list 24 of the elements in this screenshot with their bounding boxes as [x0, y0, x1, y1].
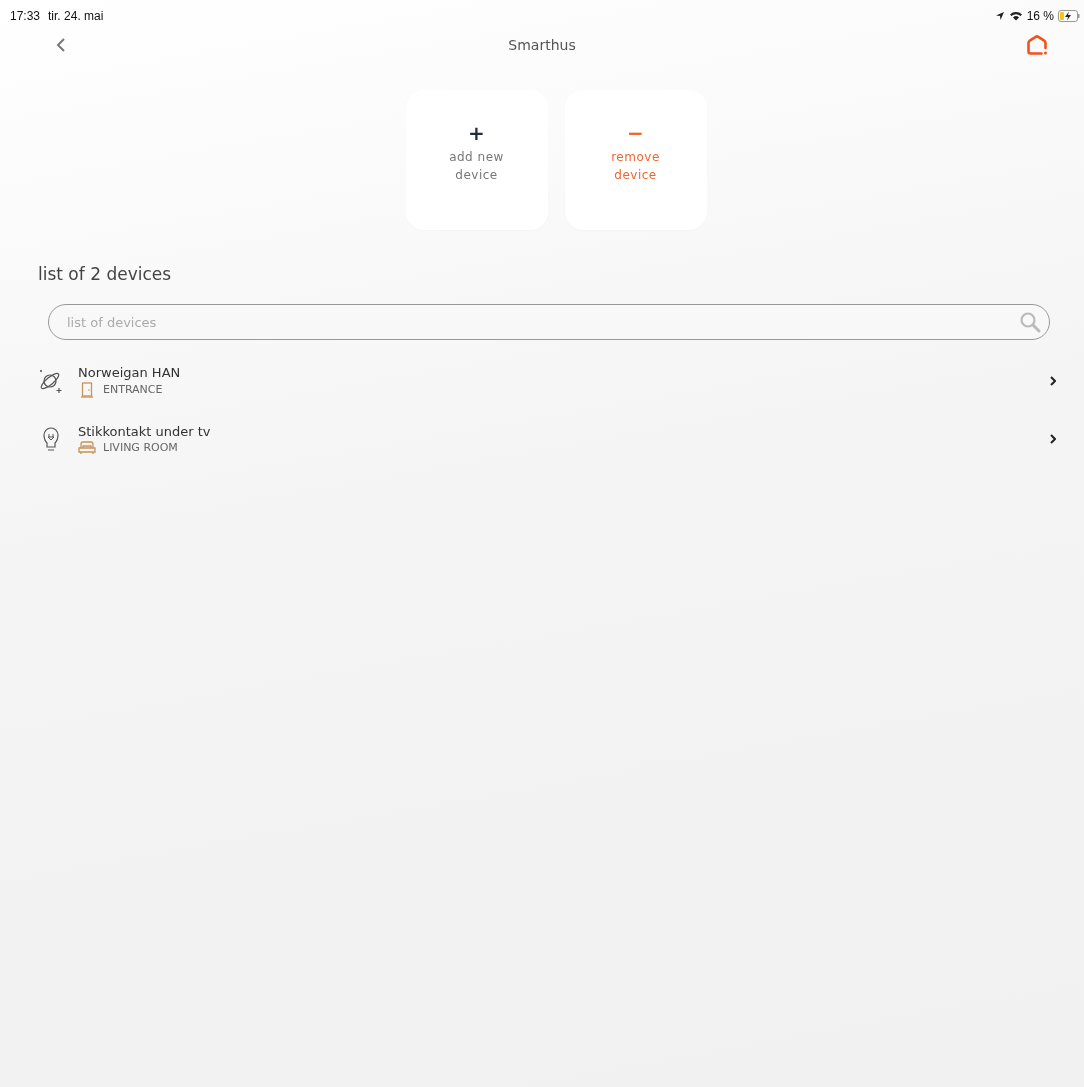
- planet-icon: [38, 368, 64, 394]
- action-button[interactable]: + add new device: [405, 90, 548, 230]
- device-name: Stikkontakt under tv: [78, 423, 212, 439]
- room-name: LIVING ROOM: [103, 441, 178, 454]
- device-row[interactable]: Norweigan HAN ENTRANCE: [0, 360, 1084, 402]
- device-name: Norweigan HAN: [78, 364, 182, 380]
- status-date: tir. 24. mai: [48, 9, 104, 23]
- home-icon[interactable]: [1026, 34, 1048, 56]
- search-icon: [1019, 311, 1041, 333]
- sofa-icon: [78, 440, 96, 455]
- chevron-right-icon: [1050, 376, 1056, 386]
- chevron-right-icon: [1050, 434, 1056, 444]
- search-field[interactable]: list of devices: [48, 304, 1050, 340]
- device-row[interactable]: Stikkontakt under tv LIVING ROOM: [0, 418, 1084, 460]
- page-title: Smarthus: [508, 37, 576, 53]
- status-time: 17:33: [10, 9, 41, 23]
- wifi-icon: [1008, 11, 1023, 21]
- list-heading: list of 2 devices: [38, 264, 173, 284]
- room-name: ENTRANCE: [103, 383, 163, 396]
- door-icon: [78, 381, 96, 398]
- location-icon: [994, 11, 1005, 21]
- back-icon[interactable]: [56, 38, 66, 52]
- battery-percent: 16 %: [1026, 9, 1054, 23]
- battery-charging-icon: [1058, 10, 1080, 22]
